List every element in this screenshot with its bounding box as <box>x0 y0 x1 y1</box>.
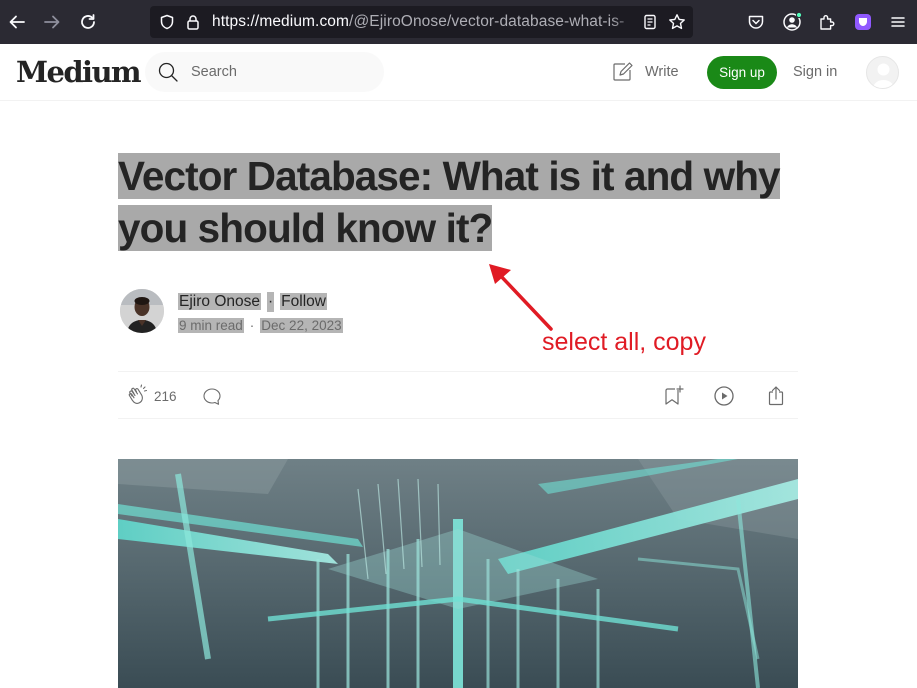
search-placeholder: Search <box>191 64 237 80</box>
author-photo <box>120 289 164 333</box>
play-circle-icon <box>714 386 734 406</box>
article-title: Vector Database: What is it and why you … <box>118 150 808 254</box>
save-bookmark-button[interactable] <box>662 384 686 408</box>
browser-toolbar: https://medium.com/@EjiroOnose/vector-da… <box>0 0 917 44</box>
article-meta: 9 min read · Dec 22, 2023 <box>178 317 343 335</box>
article-title-text: Vector Database: What is it and why you … <box>118 153 781 251</box>
extension-addon-icon[interactable] <box>852 11 874 33</box>
annotation-arrow <box>489 264 553 331</box>
write-button[interactable]: Write <box>611 60 679 84</box>
pocket-icon[interactable] <box>745 11 767 33</box>
back-button[interactable] <box>5 10 29 34</box>
search-input[interactable]: Search <box>145 52 384 92</box>
bookmark-star-icon[interactable] <box>666 11 688 33</box>
server-room-illustration <box>118 459 798 688</box>
signin-link[interactable]: Sign in <box>793 64 837 80</box>
bookmark-add-icon <box>665 385 684 405</box>
article-hero-image <box>118 459 798 688</box>
signup-button[interactable]: Sign up <box>707 56 777 89</box>
author-name[interactable]: Ejiro Onose <box>178 293 261 310</box>
author-line: Ejiro Onose · Follow <box>178 292 327 312</box>
clap-count: 216 <box>154 388 177 404</box>
share-button[interactable] <box>764 384 788 408</box>
write-label: Write <box>645 64 679 80</box>
author-avatar[interactable] <box>120 289 164 333</box>
listen-button[interactable] <box>712 384 736 408</box>
read-time: 9 min read <box>178 318 244 333</box>
comment-bubble-icon <box>203 388 221 405</box>
user-silhouette-icon <box>872 63 895 88</box>
separator-dot: · <box>266 292 275 312</box>
follow-button[interactable]: Follow <box>280 293 327 310</box>
response-button[interactable] <box>200 384 224 408</box>
reload-button[interactable] <box>76 10 100 34</box>
arrow-right-icon <box>44 15 60 29</box>
url-path: /@EjiroOnose/vector-database-what-is- <box>349 13 625 30</box>
address-bar[interactable]: https://medium.com/@EjiroOnose/vector-da… <box>150 6 693 38</box>
reader-view-icon[interactable] <box>639 11 661 33</box>
share-icon <box>768 386 784 406</box>
url-text[interactable]: https://medium.com/@EjiroOnose/vector-da… <box>212 6 640 38</box>
medium-logo[interactable]: Medium <box>16 55 142 89</box>
tracking-shield-icon[interactable] <box>156 11 178 33</box>
arrow-left-icon <box>9 15 25 29</box>
account-icon[interactable] <box>781 11 803 33</box>
article-action-bar: 216 <box>118 371 798 419</box>
user-avatar[interactable] <box>866 56 899 89</box>
extensions-puzzle-icon[interactable] <box>816 11 838 33</box>
clap-button[interactable]: 216 <box>126 384 177 408</box>
reload-icon <box>81 14 95 29</box>
annotation-text: select all, copy <box>542 328 706 356</box>
publish-date: Dec 22, 2023 <box>260 318 343 333</box>
search-icon <box>158 62 178 82</box>
forward-button[interactable] <box>40 10 64 34</box>
url-host: https://medium.com <box>212 13 350 30</box>
separator-dot: · <box>249 318 255 333</box>
clap-hands-icon <box>128 384 148 404</box>
hamburger-menu-icon[interactable] <box>887 11 909 33</box>
site-header: Medium Search Write Sign up Sign in <box>0 44 917 101</box>
lock-icon[interactable] <box>182 11 204 33</box>
write-pencil-icon <box>613 62 633 81</box>
